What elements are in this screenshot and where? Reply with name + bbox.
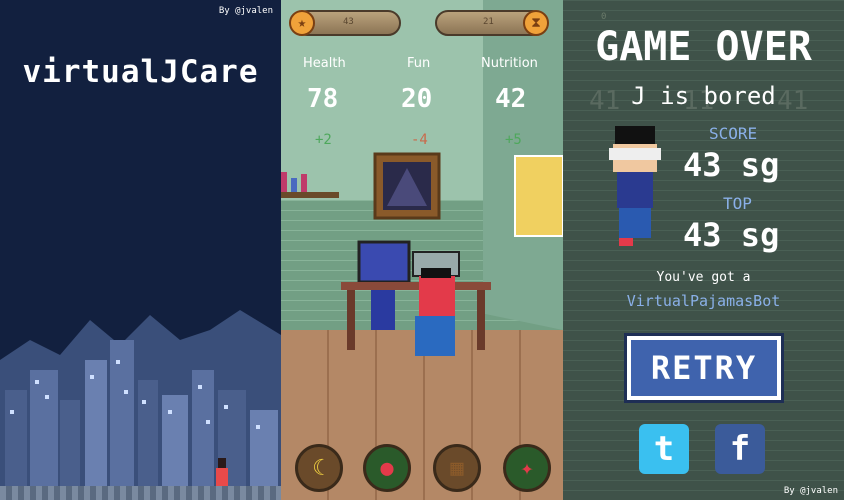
fun-label: Fun xyxy=(407,56,431,71)
reward-text: You've got a xyxy=(656,270,751,285)
fun-delta: -4 xyxy=(411,132,428,148)
chocolate-icon: ▦ xyxy=(450,455,464,481)
game-title: virtualJCare xyxy=(22,54,259,90)
medicine-pill-button[interactable]: ● xyxy=(363,444,411,492)
coins-value: 43 xyxy=(343,17,354,27)
twitter-bird-icon: t xyxy=(653,429,675,469)
room-scene xyxy=(281,152,563,356)
twitter-share-button[interactable]: t xyxy=(639,424,689,474)
top-label: TOP xyxy=(723,194,752,213)
health-label: Health xyxy=(303,56,346,71)
bg-coins-value: 0 xyxy=(601,12,607,22)
nutrition-value: 42 xyxy=(495,84,527,114)
nutrition-label: Nutrition xyxy=(481,56,538,71)
gameplay-screen: 43 ★ 21 ⧗ Health Fun Nutrition 78 20 42 … xyxy=(281,0,563,500)
health-delta: +2 xyxy=(315,132,332,148)
reward-name: VirtualPajamasBot xyxy=(626,292,781,310)
timer-value: 21 xyxy=(483,17,494,27)
hourglass-icon: ⧗ xyxy=(523,10,549,36)
character-sprite xyxy=(609,126,661,246)
feed-banana-button[interactable]: ☾ xyxy=(295,444,343,492)
star-coin-icon: ★ xyxy=(289,10,315,36)
facebook-share-button[interactable]: f xyxy=(715,424,765,474)
city-skyline xyxy=(0,310,281,500)
game-over-reason: J is bored xyxy=(631,82,776,110)
banana-icon: ☾ xyxy=(312,455,326,481)
author-credit: By @jvalen xyxy=(218,6,273,16)
game-over-title: GAME OVER xyxy=(595,24,812,70)
score-value: 43 sg xyxy=(683,146,780,184)
title-screen: By @jvalen virtualJCare xyxy=(0,0,281,500)
play-button[interactable]: ✦ xyxy=(503,444,551,492)
facebook-icon: f xyxy=(729,429,751,469)
author-credit: By @jvalen xyxy=(783,486,838,496)
ground-strip xyxy=(0,486,281,500)
game-over-screen: 0 41 11 41 GAME OVER J is bored SCORE 43… xyxy=(563,0,844,500)
top-value: 43 sg xyxy=(683,216,780,254)
health-value: 78 xyxy=(307,84,339,114)
fun-value: 20 xyxy=(401,84,433,114)
pill-icon: ● xyxy=(380,455,394,481)
nutrition-delta: +5 xyxy=(505,132,522,148)
retry-button[interactable]: RETRY xyxy=(624,333,784,403)
score-label: SCORE xyxy=(709,124,758,143)
jumping-person-icon: ✦ xyxy=(520,455,534,481)
chocolate-button[interactable]: ▦ xyxy=(433,444,481,492)
